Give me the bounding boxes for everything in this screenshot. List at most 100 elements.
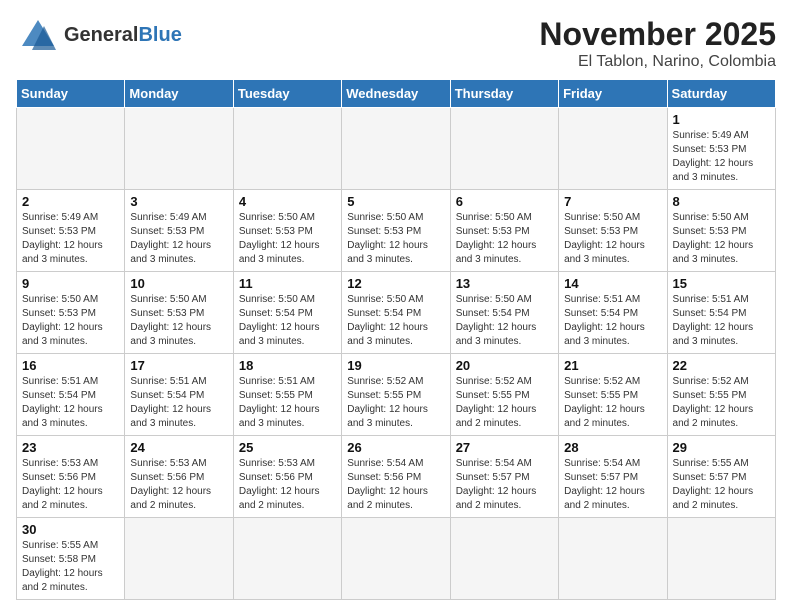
day-number: 16 (22, 358, 119, 373)
day-info: Sunrise: 5:51 AM Sunset: 5:54 PM Dayligh… (564, 293, 661, 349)
calendar-cell: 7 Sunrise: 5:50 AM Sunset: 5:53 PM Daylig… (559, 190, 667, 272)
calendar-cell: 24Sunrise: 5:53 AM Sunset: 5:56 PM Dayli… (125, 436, 233, 518)
day-info: Sunrise: 5:54 AM Sunset: 5:57 PM Dayligh… (564, 457, 661, 513)
month-title: November 2025 (539, 16, 776, 53)
logo: GeneralBlue (16, 16, 182, 54)
day-number: 11 (239, 276, 336, 291)
calendar-cell: 4Sunrise: 5:50 AM Sunset: 5:53 PM Daylig… (233, 190, 341, 272)
calendar-cell: 22Sunrise: 5:52 AM Sunset: 5:55 PM Dayli… (667, 354, 775, 436)
day-info: Sunrise: 5:53 AM Sunset: 5:56 PM Dayligh… (130, 457, 227, 513)
day-number: 17 (130, 358, 227, 373)
week-row-3: 9 Sunrise: 5:50 AM Sunset: 5:53 PM Daylig… (17, 272, 776, 354)
day-number: 28 (564, 440, 661, 455)
location-title: El Tablon, Narino, Colombia (539, 53, 776, 71)
day-number: 8 (673, 194, 770, 209)
calendar-cell: 10 Sunrise: 5:50 AM Sunset: 5:53 PM Dayli… (125, 272, 233, 354)
calendar-cell: 17 Sunrise: 5:51 AM Sunset: 5:54 PM Dayli… (125, 354, 233, 436)
day-number: 20 (456, 358, 553, 373)
calendar-cell: 3Sunrise: 5:49 AM Sunset: 5:53 PM Daylig… (125, 190, 233, 272)
day-number: 23 (22, 440, 119, 455)
calendar-cell: 1 Sunrise: 5:49 AM Sunset: 5:53 PM Daylig… (667, 108, 775, 190)
calendar-cell: 20 Sunrise: 5:52 AM Sunset: 5:55 PM Dayli… (450, 354, 558, 436)
logo-icon (16, 16, 60, 54)
week-row-1: 1 Sunrise: 5:49 AM Sunset: 5:53 PM Daylig… (17, 108, 776, 190)
weekday-header-thursday: Thursday (450, 80, 558, 108)
day-info: Sunrise: 5:50 AM Sunset: 5:53 PM Dayligh… (564, 211, 661, 267)
calendar-cell: 8 Sunrise: 5:50 AM Sunset: 5:53 PM Daylig… (667, 190, 775, 272)
day-info: Sunrise: 5:50 AM Sunset: 5:53 PM Dayligh… (456, 211, 553, 267)
calendar-cell (450, 108, 558, 190)
calendar-cell: 25 Sunrise: 5:53 AM Sunset: 5:56 PM Dayli… (233, 436, 341, 518)
calendar-cell: 29 Sunrise: 5:55 AM Sunset: 5:57 PM Dayli… (667, 436, 775, 518)
calendar-cell: 5 Sunrise: 5:50 AM Sunset: 5:53 PM Daylig… (342, 190, 450, 272)
day-info: Sunrise: 5:52 AM Sunset: 5:55 PM Dayligh… (673, 375, 770, 431)
calendar-cell (125, 108, 233, 190)
calendar-cell: 19Sunrise: 5:52 AM Sunset: 5:55 PM Dayli… (342, 354, 450, 436)
calendar-cell (450, 518, 558, 600)
calendar-cell (342, 108, 450, 190)
day-info: Sunrise: 5:54 AM Sunset: 5:56 PM Dayligh… (347, 457, 444, 513)
calendar-cell (125, 518, 233, 600)
calendar-cell: 11 Sunrise: 5:50 AM Sunset: 5:54 PM Dayli… (233, 272, 341, 354)
day-number: 9 (22, 276, 119, 291)
calendar-cell: 18Sunrise: 5:51 AM Sunset: 5:55 PM Dayli… (233, 354, 341, 436)
day-info: Sunrise: 5:51 AM Sunset: 5:54 PM Dayligh… (22, 375, 119, 431)
day-info: Sunrise: 5:50 AM Sunset: 5:54 PM Dayligh… (456, 293, 553, 349)
weekday-header-sunday: Sunday (17, 80, 125, 108)
calendar-cell: 13 Sunrise: 5:50 AM Sunset: 5:54 PM Dayli… (450, 272, 558, 354)
day-number: 29 (673, 440, 770, 455)
week-row-6: 30Sunrise: 5:55 AM Sunset: 5:58 PM Dayli… (17, 518, 776, 600)
day-info: Sunrise: 5:52 AM Sunset: 5:55 PM Dayligh… (564, 375, 661, 431)
day-info: Sunrise: 5:50 AM Sunset: 5:53 PM Dayligh… (239, 211, 336, 267)
calendar-cell: 21 Sunrise: 5:52 AM Sunset: 5:55 PM Dayli… (559, 354, 667, 436)
day-number: 21 (564, 358, 661, 373)
calendar-cell (559, 518, 667, 600)
calendar-cell: 2 Sunrise: 5:49 AM Sunset: 5:53 PM Daylig… (17, 190, 125, 272)
calendar-cell (342, 518, 450, 600)
day-number: 1 (673, 112, 770, 127)
weekday-header-wednesday: Wednesday (342, 80, 450, 108)
calendar-cell: 27Sunrise: 5:54 AM Sunset: 5:57 PM Dayli… (450, 436, 558, 518)
day-number: 12 (347, 276, 444, 291)
calendar: SundayMondayTuesdayWednesdayThursdayFrid… (16, 79, 776, 600)
day-info: Sunrise: 5:50 AM Sunset: 5:54 PM Dayligh… (347, 293, 444, 349)
day-info: Sunrise: 5:49 AM Sunset: 5:53 PM Dayligh… (22, 211, 119, 267)
day-info: Sunrise: 5:50 AM Sunset: 5:53 PM Dayligh… (130, 293, 227, 349)
calendar-cell (233, 518, 341, 600)
day-number: 14 (564, 276, 661, 291)
day-info: Sunrise: 5:52 AM Sunset: 5:55 PM Dayligh… (456, 375, 553, 431)
day-number: 2 (22, 194, 119, 209)
day-number: 6 (456, 194, 553, 209)
day-info: Sunrise: 5:55 AM Sunset: 5:57 PM Dayligh… (673, 457, 770, 513)
day-number: 26 (347, 440, 444, 455)
calendar-cell (17, 108, 125, 190)
day-number: 3 (130, 194, 227, 209)
day-info: Sunrise: 5:54 AM Sunset: 5:57 PM Dayligh… (456, 457, 553, 513)
day-number: 25 (239, 440, 336, 455)
title-block: November 2025 El Tablon, Narino, Colombi… (539, 16, 776, 71)
day-info: Sunrise: 5:50 AM Sunset: 5:53 PM Dayligh… (673, 211, 770, 267)
calendar-cell: 23Sunrise: 5:53 AM Sunset: 5:56 PM Dayli… (17, 436, 125, 518)
calendar-cell (559, 108, 667, 190)
week-row-4: 16 Sunrise: 5:51 AM Sunset: 5:54 PM Dayli… (17, 354, 776, 436)
day-info: Sunrise: 5:50 AM Sunset: 5:54 PM Dayligh… (239, 293, 336, 349)
header: GeneralBlue November 2025 El Tablon, Nar… (16, 16, 776, 71)
day-number: 5 (347, 194, 444, 209)
day-info: Sunrise: 5:53 AM Sunset: 5:56 PM Dayligh… (239, 457, 336, 513)
calendar-cell: 9 Sunrise: 5:50 AM Sunset: 5:53 PM Daylig… (17, 272, 125, 354)
weekday-header-saturday: Saturday (667, 80, 775, 108)
logo-text: GeneralBlue (64, 24, 182, 47)
day-number: 19 (347, 358, 444, 373)
calendar-cell: 6 Sunrise: 5:50 AM Sunset: 5:53 PM Daylig… (450, 190, 558, 272)
day-number: 7 (564, 194, 661, 209)
day-info: Sunrise: 5:50 AM Sunset: 5:53 PM Dayligh… (347, 211, 444, 267)
day-info: Sunrise: 5:49 AM Sunset: 5:53 PM Dayligh… (673, 129, 770, 185)
calendar-cell (233, 108, 341, 190)
day-info: Sunrise: 5:51 AM Sunset: 5:54 PM Dayligh… (130, 375, 227, 431)
day-info: Sunrise: 5:55 AM Sunset: 5:58 PM Dayligh… (22, 539, 119, 595)
day-number: 13 (456, 276, 553, 291)
calendar-cell: 14 Sunrise: 5:51 AM Sunset: 5:54 PM Dayli… (559, 272, 667, 354)
day-info: Sunrise: 5:50 AM Sunset: 5:53 PM Dayligh… (22, 293, 119, 349)
day-number: 15 (673, 276, 770, 291)
day-number: 10 (130, 276, 227, 291)
